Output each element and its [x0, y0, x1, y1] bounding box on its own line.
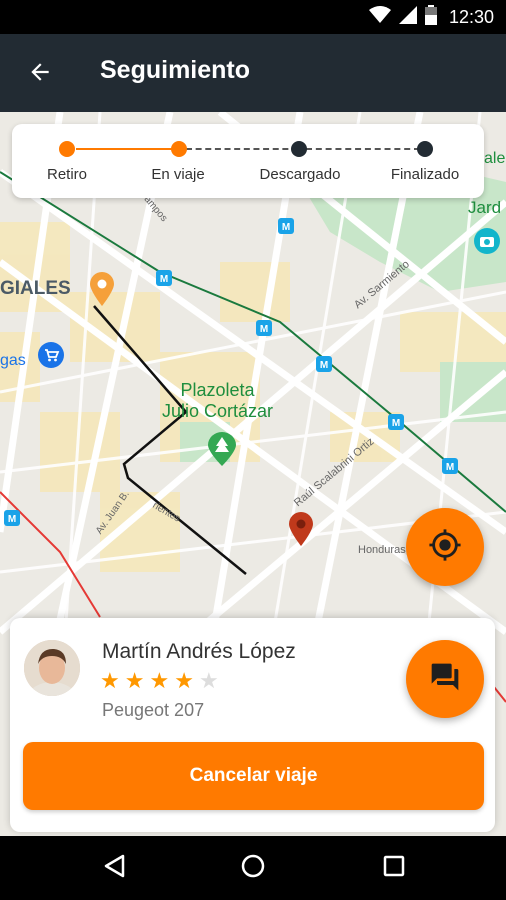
subway-icon[interactable]: M	[4, 510, 20, 531]
camera-icon[interactable]	[474, 228, 500, 259]
status-bar: 12:30	[0, 0, 506, 34]
chat-icon	[429, 661, 461, 698]
triangle-back-icon	[103, 854, 125, 883]
star-icon: ★	[100, 668, 120, 693]
status-time: 12:30	[448, 6, 494, 27]
step-connector	[76, 148, 180, 150]
svg-text:M: M	[446, 462, 454, 473]
wifi-icon	[368, 5, 391, 29]
step-descargado-dot	[291, 141, 307, 157]
subway-icon[interactable]: M	[256, 320, 272, 341]
nav-recents-button[interactable]	[374, 848, 414, 888]
star-icon: ★	[149, 668, 170, 693]
star-icon: ★	[198, 668, 219, 693]
svg-text:M: M	[320, 360, 328, 371]
map-label-park: alea	[484, 150, 506, 167]
arrow-back-icon	[27, 59, 53, 90]
battery-icon	[424, 4, 437, 30]
star-icon: ★	[174, 668, 194, 693]
svg-text:M: M	[260, 324, 268, 335]
driver-card: Martín Andrés López ★ ★ ★ ★ ★ Peugeot 207 Ca…	[10, 618, 495, 832]
subway-icon[interactable]: M	[316, 356, 332, 377]
step-finalizado-dot	[417, 141, 433, 157]
status-icons: 12:30	[368, 0, 494, 34]
tree-icon[interactable]	[208, 432, 236, 471]
cancel-trip-button[interactable]: Cancelar viaje	[23, 742, 484, 810]
map-label-shop: gas	[0, 352, 26, 369]
nav-home-button[interactable]	[233, 848, 273, 888]
step-label-retiro: Retiro	[46, 166, 87, 183]
map-label-neighborhood: GIALES	[0, 278, 71, 299]
nav-back-button[interactable]	[94, 848, 134, 888]
back-button[interactable]	[20, 54, 60, 94]
svg-text:M: M	[8, 514, 16, 525]
svg-text:M: M	[282, 222, 290, 233]
orange-pin-icon[interactable]	[90, 272, 114, 311]
cart-icon[interactable]	[38, 342, 64, 373]
app-bar: Seguimiento	[0, 34, 506, 112]
driver-rating: ★ ★ ★ ★ ★	[100, 670, 219, 692]
square-recents-icon	[383, 855, 405, 882]
star-icon: ★	[124, 668, 145, 693]
svg-text:M: M	[392, 418, 400, 429]
step-label-descargado: Descargado	[259, 166, 341, 183]
subway-icon[interactable]: M	[388, 414, 404, 435]
map-label-street-honduras: Honduras	[358, 544, 406, 556]
avatar	[24, 640, 80, 696]
driver-vehicle: Peugeot 207	[102, 700, 205, 720]
my-location-icon	[428, 528, 462, 567]
red-pin-icon[interactable]	[289, 512, 313, 551]
map-label-garden: Jard	[468, 198, 502, 217]
subway-icon[interactable]: M	[156, 270, 172, 291]
my-location-button[interactable]	[406, 508, 484, 586]
subway-icon[interactable]: M	[442, 458, 458, 479]
map-label-plaza: Plazoleta Julio Cortázar	[162, 380, 274, 421]
subway-icon[interactable]: M	[278, 218, 294, 239]
driver-name: Martín Andrés López	[102, 640, 296, 663]
step-label-finalizado: Finalizado	[390, 166, 460, 183]
signal-icon	[398, 5, 417, 29]
system-nav-bar	[0, 836, 506, 900]
step-en-viaje-dot	[171, 141, 187, 157]
step-connector	[306, 148, 420, 150]
circle-home-icon	[241, 854, 265, 883]
svg-text:M: M	[160, 274, 168, 285]
trip-progress-stepper: Retiro En viaje Descargado Finalizado	[12, 124, 484, 198]
step-label-en-viaje: En viaje	[151, 166, 205, 183]
step-connector	[186, 148, 298, 150]
step-retiro-dot	[59, 141, 75, 157]
page-title: Seguimiento	[100, 56, 251, 84]
chat-button[interactable]	[406, 640, 484, 718]
